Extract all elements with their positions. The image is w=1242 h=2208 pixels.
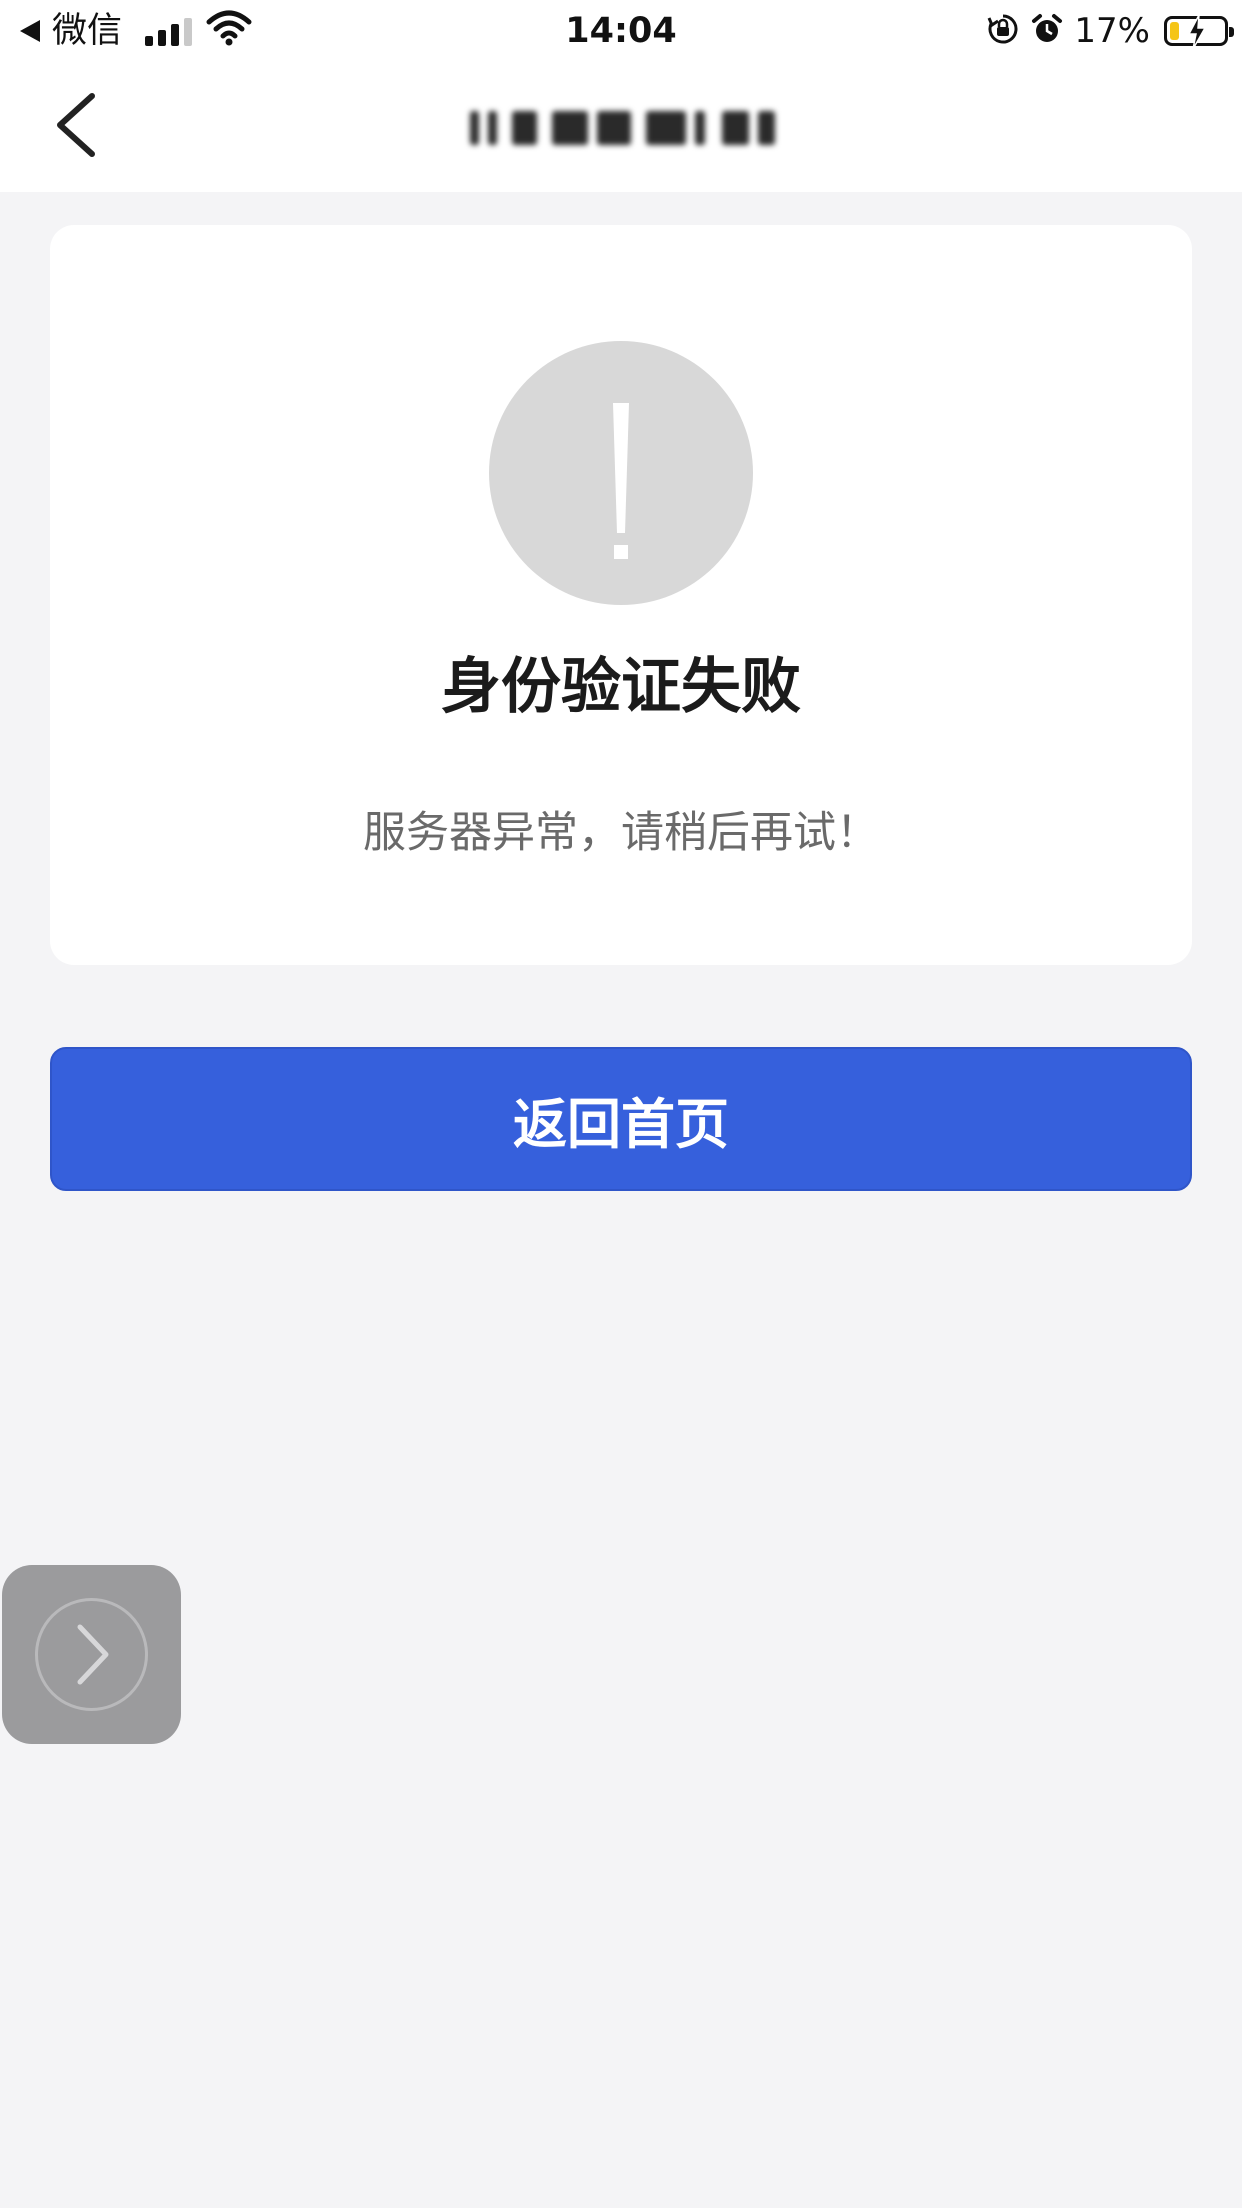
rotation-lock-icon	[986, 12, 1020, 50]
battery-percent: 17%	[1074, 11, 1150, 51]
chevron-left-icon	[57, 93, 95, 157]
result-description: 服务器异常，请稍后再试！	[363, 808, 879, 858]
battery-charging-icon	[1164, 15, 1234, 49]
chevron-right-icon	[77, 1624, 109, 1685]
result-card: 身份验证失败 服务器异常，请稍后再试！	[50, 225, 1192, 965]
status-bar: 微信 14:04 17%	[0, 0, 1242, 62]
exclamation-icon	[489, 341, 753, 605]
screen: 微信 14:04 17% 身份验证失败 服务器异常，请稍后再试！ 返回首页	[0, 0, 1242, 2208]
return-home-button[interactable]: 返回首页	[50, 1047, 1192, 1191]
status-right-group: 17%	[986, 8, 1234, 54]
back-button[interactable]	[50, 90, 110, 160]
floating-action-button[interactable]	[2, 1565, 181, 1744]
nav-bar	[0, 62, 1242, 192]
result-title: 身份验证失败	[441, 652, 801, 722]
alarm-icon	[1030, 12, 1064, 50]
page-title-obscured	[470, 104, 775, 152]
